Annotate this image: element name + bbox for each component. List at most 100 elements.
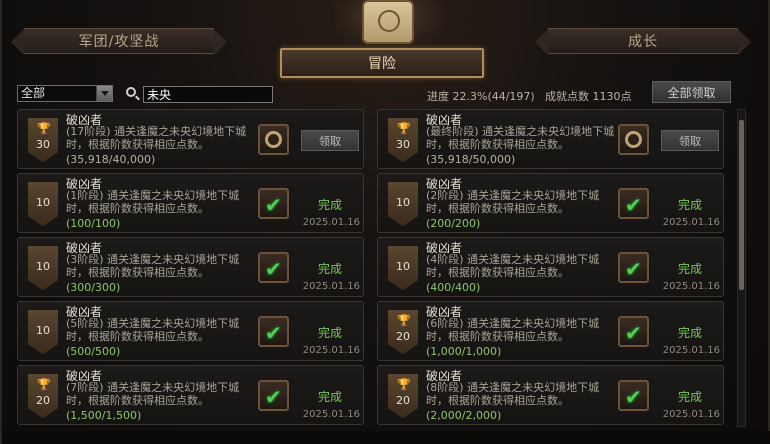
achievement-description: (6阶段) 通关逢魔之未央幻境地下城时，根据阶数获得相应点数。	[426, 317, 600, 343]
points-medal: 10	[28, 182, 58, 226]
tab-legion-siege-label: 军团/攻坚战	[78, 34, 160, 50]
achievement-progress: (300/300)	[66, 281, 121, 294]
completed-status: 完成	[317, 198, 342, 212]
achievement-description: (1阶段) 通关逢魔之未央幻境地下城时，根据阶数获得相应点数。	[66, 189, 240, 215]
completed-status: 完成	[677, 198, 702, 212]
achievement-card: 🏆 20 破凶者 (8阶段) 通关逢魔之未央幻境地下城时，根据阶数获得相应点数。…	[377, 365, 724, 425]
medal-points: 30	[396, 138, 410, 151]
bottom-border	[2, 431, 770, 444]
reward-ring-icon	[265, 131, 282, 148]
completion-date: 2025.01.16	[302, 409, 360, 420]
completed-status: 完成	[677, 326, 702, 340]
claim-button-label: 领取	[679, 134, 701, 148]
check-icon: ✔	[265, 385, 282, 409]
points-medal: 10	[388, 246, 418, 290]
reward-emblem-icon[interactable]: ✔	[258, 188, 289, 219]
reward-emblem-icon[interactable]	[258, 124, 289, 155]
points-medal: 10	[388, 182, 418, 226]
points-medal: 🏆 20	[28, 374, 58, 418]
completion-date: 2025.01.16	[662, 281, 720, 292]
achievement-progress: (35,918/50,000)	[426, 153, 516, 166]
trophy-icon: 🏆	[37, 378, 51, 391]
scrollbar[interactable]	[737, 109, 746, 427]
achievement-card: 🏆 20 破凶者 (7阶段) 通关逢魔之未央幻境地下城时，根据阶数获得相应点数。…	[17, 365, 364, 425]
scrollbar-thumb[interactable]	[739, 120, 744, 290]
search-input[interactable]	[143, 86, 273, 103]
tab-legion-siege[interactable]: 军团/攻坚战	[11, 28, 227, 55]
completed-status: 完成	[317, 326, 342, 340]
points-medal: 🏆 30	[388, 118, 418, 162]
check-icon: ✔	[625, 385, 642, 409]
category-dropdown[interactable]: 全部	[17, 85, 113, 102]
completion-date: 2025.01.16	[302, 345, 360, 356]
achievement-card: 10 破凶者 (2阶段) 通关逢魔之未央幻境地下城时，根据阶数获得相应点数。 (…	[377, 173, 724, 233]
achievement-description: (5阶段) 通关逢魔之未央幻境地下城时，根据阶数获得相应点数。	[66, 317, 240, 343]
medal-points: 20	[396, 330, 410, 343]
achievement-description: (最终阶段) 通关逢魔之未央幻境地下城时，根据阶数获得相应点数。	[426, 125, 615, 151]
achievement-description: (4阶段) 通关逢魔之未央幻境地下城时，根据阶数获得相应点数。	[426, 253, 600, 279]
chevron-down-icon[interactable]	[96, 86, 112, 101]
achievement-card: 🏆 30 破凶者 (最终阶段) 通关逢魔之未央幻境地下城时，根据阶数获得相应点数…	[377, 109, 724, 169]
completion-date: 2025.01.16	[302, 217, 360, 228]
achievement-points: 成就点数 1130点	[545, 90, 632, 103]
claim-button[interactable]: 领取	[661, 130, 719, 151]
tab-adventure-label: 冒险	[368, 56, 396, 72]
reward-emblem-icon[interactable]	[618, 124, 649, 155]
medal-points: 10	[36, 196, 50, 209]
achievement-progress: (1,500/1,500)	[66, 409, 142, 422]
tab-growth-label: 成长	[628, 34, 658, 50]
achievement-progress: (2,000/2,000)	[426, 409, 502, 422]
completed-status: 完成	[317, 390, 342, 404]
reward-emblem-icon[interactable]: ✔	[618, 316, 649, 347]
medal-points: 20	[36, 394, 50, 407]
reward-emblem-icon[interactable]: ✔	[618, 188, 649, 219]
reward-emblem-icon[interactable]: ✔	[258, 316, 289, 347]
claim-button-label: 领取	[319, 134, 341, 148]
trophy-icon: 🏆	[397, 122, 411, 135]
category-dropdown-value: 全部	[21, 86, 46, 100]
check-icon: ✔	[625, 321, 642, 345]
check-icon: ✔	[625, 257, 642, 281]
completion-date: 2025.01.16	[662, 409, 720, 420]
achievement-description: (2阶段) 通关逢魔之未央幻境地下城时，根据阶数获得相应点数。	[426, 189, 600, 215]
trophy-icon: 🏆	[37, 122, 51, 135]
medal-points: 10	[36, 324, 50, 337]
search-icon	[126, 87, 136, 97]
achievement-description: (8阶段) 通关逢魔之未央幻境地下城时，根据阶数获得相应点数。	[426, 381, 600, 407]
reward-ring-icon	[625, 131, 642, 148]
trophy-icon: 🏆	[397, 378, 411, 391]
reward-emblem-icon[interactable]: ✔	[258, 380, 289, 411]
achievement-description: (7阶段) 通关逢魔之未央幻境地下城时，根据阶数获得相应点数。	[66, 381, 240, 407]
reward-emblem-icon[interactable]: ✔	[618, 380, 649, 411]
trophy-icon: 🏆	[397, 314, 411, 327]
medal-points: 10	[396, 260, 410, 273]
achievement-progress: (400/400)	[426, 281, 481, 294]
completed-status: 完成	[677, 262, 702, 276]
reward-emblem-icon[interactable]: ✔	[618, 252, 649, 283]
completed-status: 完成	[317, 262, 342, 276]
tab-adventure[interactable]: 冒险	[280, 48, 484, 78]
check-icon: ✔	[625, 193, 642, 217]
medal-points: 10	[36, 260, 50, 273]
claim-button[interactable]: 领取	[301, 130, 359, 151]
medal-points: 20	[396, 394, 410, 407]
compass-icon	[378, 10, 400, 32]
points-medal: 🏆 20	[388, 374, 418, 418]
tab-growth[interactable]: 成长	[535, 28, 751, 55]
achievement-window: 军团/攻坚战 成长 冒险 全部 进度 22.3%(44/197) 成就点数 11…	[0, 0, 770, 444]
medal-points: 10	[396, 196, 410, 209]
scroll-up-arrow[interactable]	[738, 110, 745, 118]
claim-all-label: 全部领取	[667, 85, 716, 100]
reward-emblem-icon[interactable]: ✔	[258, 252, 289, 283]
achievement-description: (17阶段) 通关逢魔之未央幻境地下城时，根据阶数获得相应点数。	[66, 125, 247, 151]
claim-all-button[interactable]: 全部领取	[652, 81, 731, 103]
points-medal: 🏆 20	[388, 310, 418, 354]
achievement-card: 10 破凶者 (4阶段) 通关逢魔之未央幻境地下城时，根据阶数获得相应点数。 (…	[377, 237, 724, 297]
check-icon: ✔	[265, 193, 282, 217]
check-icon: ✔	[265, 321, 282, 345]
completion-date: 2025.01.16	[662, 345, 720, 356]
achievement-card: 🏆 30 破凶者 (17阶段) 通关逢魔之未央幻境地下城时，根据阶数获得相应点数…	[17, 109, 364, 169]
scroll-down-arrow[interactable]	[738, 418, 745, 426]
points-medal: 🏆 30	[28, 118, 58, 162]
achievement-progress: (1,000/1,000)	[426, 345, 502, 358]
